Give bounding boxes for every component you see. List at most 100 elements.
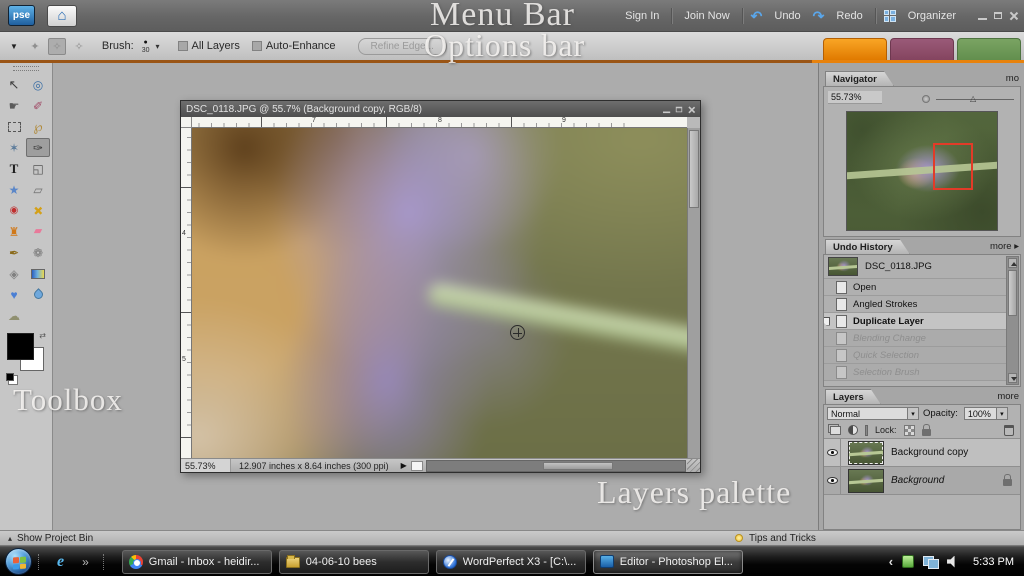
slider-thumb-icon[interactable]: △: [970, 94, 976, 103]
layers-tab[interactable]: Layers: [825, 389, 881, 404]
vertical-scrollbar[interactable]: [687, 128, 700, 458]
link-layers-icon[interactable]: [865, 425, 868, 436]
undo-history-tab[interactable]: Undo History: [825, 239, 910, 254]
edit-tab[interactable]: [823, 38, 887, 60]
eyedropper-tool[interactable]: ✐: [26, 96, 50, 115]
blur-tool[interactable]: [26, 285, 50, 304]
organizer-button[interactable]: Organizer: [904, 10, 960, 22]
tray-messenger-icon[interactable]: [902, 555, 914, 568]
opacity-dropdown[interactable]: 100% ▾: [964, 407, 1008, 420]
start-button[interactable]: [5, 548, 32, 575]
taskbar-button[interactable]: 04-06-10 bees: [279, 550, 429, 574]
resize-grip[interactable]: [687, 459, 700, 472]
document-title-bar[interactable]: DSC_0118.JPG @ 55.7% (Background copy, R…: [181, 101, 700, 117]
history-state-marker[interactable]: [824, 317, 830, 326]
zoom-out-icon[interactable]: [922, 95, 930, 103]
subtract-from-selection-icon[interactable]: ✧: [70, 38, 88, 55]
healing-brush-tool[interactable]: ✚: [26, 201, 50, 220]
cookie-cutter-tool[interactable]: ★: [2, 180, 26, 199]
sign-in-link[interactable]: Sign In: [621, 10, 663, 22]
redo-button[interactable]: Redo: [832, 10, 866, 22]
crop-tool[interactable]: ◱: [26, 159, 50, 178]
vscroll-thumb[interactable]: [689, 130, 699, 208]
blend-mode-dropdown[interactable]: Normal ▾: [827, 407, 919, 420]
lock-transparency-icon[interactable]: [904, 425, 915, 436]
navigator-thumbnail[interactable]: [846, 111, 998, 231]
brush-dropdown-icon[interactable]: ▾: [156, 42, 160, 51]
foreground-color-swatch[interactable]: [7, 333, 34, 360]
share-tab[interactable]: [957, 38, 1021, 60]
scroll-down-icon[interactable]: [1008, 373, 1017, 383]
show-project-bin-button[interactable]: Show Project Bin: [17, 533, 93, 544]
brush-preview[interactable]: ● 30: [142, 39, 150, 54]
new-selection-icon[interactable]: ✦: [26, 38, 44, 55]
history-item[interactable]: Open: [824, 279, 1006, 296]
new-layer-icon[interactable]: [830, 426, 841, 435]
history-item[interactable]: Selection Brush: [824, 364, 1006, 381]
navigator-more-button[interactable]: mo: [1006, 73, 1019, 84]
pse-logo[interactable]: pse: [8, 5, 35, 26]
quick-launch-chevron-icon[interactable]: »: [82, 555, 89, 569]
history-scroll-thumb[interactable]: [1008, 270, 1017, 316]
swap-colors-icon[interactable]: ⇄: [39, 331, 46, 340]
scroll-up-icon[interactable]: [1008, 258, 1017, 268]
home-button[interactable]: ⌂: [47, 5, 77, 27]
status-flyout-icon[interactable]: ▶: [401, 461, 407, 470]
history-item[interactable]: Blending Change: [824, 330, 1006, 347]
undo-button[interactable]: Undo: [770, 10, 804, 22]
history-item[interactable]: DSC_0118.JPG: [824, 255, 1006, 279]
clock[interactable]: 5:33 PM: [973, 556, 1014, 568]
layers-more-button[interactable]: more: [997, 391, 1019, 402]
navigator-view-rectangle[interactable]: [933, 143, 974, 190]
all-layers-checkbox[interactable]: [178, 41, 188, 51]
paint-bucket-tool[interactable]: ◈: [2, 264, 26, 283]
zoom-level-field[interactable]: 55.73%: [181, 459, 231, 472]
adjustment-layer-icon[interactable]: [848, 425, 858, 435]
red-eye-tool[interactable]: ◉: [2, 201, 26, 220]
auto-enhance-checkbox[interactable]: [252, 41, 262, 51]
hand-tool[interactable]: ☛: [2, 96, 26, 115]
gradient-tool[interactable]: [26, 264, 50, 283]
lasso-tool[interactable]: ℘: [26, 117, 50, 136]
marquee-tool[interactable]: [2, 117, 26, 136]
delete-layer-icon[interactable]: [1004, 425, 1014, 436]
visibility-cell[interactable]: [824, 467, 841, 494]
shape-tool[interactable]: ♥: [2, 285, 26, 304]
brush-tool[interactable]: ✒: [2, 243, 26, 262]
doc-close-icon[interactable]: [688, 105, 695, 112]
join-now-link[interactable]: Join Now: [680, 10, 733, 22]
clone-stamp-tool[interactable]: ♜: [2, 222, 26, 241]
taskbar-button[interactable]: Gmail - Inbox - heidir...: [122, 550, 272, 574]
network-icon[interactable]: [923, 556, 938, 568]
close-icon[interactable]: [1009, 11, 1018, 20]
history-item[interactable]: Angled Strokes: [824, 296, 1006, 313]
add-to-selection-icon[interactable]: ✧: [48, 38, 66, 55]
navigator-zoom-slider[interactable]: △: [922, 94, 1014, 104]
show-bin-arrow-icon[interactable]: ▴: [8, 534, 12, 543]
smart-brush-tool[interactable]: ❁: [26, 243, 50, 262]
tool-options-flyout-icon[interactable]: ▼: [10, 42, 18, 51]
history-scrollbar[interactable]: [1006, 256, 1019, 385]
selection-brush-tool[interactable]: ✑: [26, 138, 50, 157]
lock-all-icon[interactable]: [922, 429, 931, 436]
sponge-tool[interactable]: ☁: [2, 306, 26, 325]
visibility-cell[interactable]: [824, 439, 841, 466]
zoom-tool[interactable]: ◎: [26, 75, 50, 94]
internet-explorer-icon[interactable]: e: [57, 553, 64, 571]
default-colors-icon[interactable]: [6, 373, 14, 381]
doc-minimize-icon[interactable]: [663, 106, 670, 112]
straighten-tool[interactable]: ▱: [26, 180, 50, 199]
quick-launch-grip[interactable]: [38, 554, 41, 570]
horizontal-scrollbar[interactable]: [426, 460, 686, 472]
type-tool[interactable]: T: [2, 159, 26, 178]
taskbar-grip[interactable]: [103, 554, 106, 570]
doc-restore-icon[interactable]: [676, 106, 682, 112]
taskbar-button[interactable]: WordPerfect X3 - [C:\...: [436, 550, 586, 574]
navigator-zoom-field[interactable]: 55.73%: [828, 91, 882, 104]
quick-selection-tool[interactable]: ✶: [2, 138, 26, 157]
tray-chevron-icon[interactable]: ‹: [889, 554, 893, 569]
hscroll-thumb[interactable]: [543, 462, 613, 470]
volume-icon[interactable]: [947, 556, 960, 568]
refine-edge-button[interactable]: Refine Edge...: [358, 38, 447, 55]
taskbar-button[interactable]: Editor - Photoshop El...: [593, 550, 743, 574]
